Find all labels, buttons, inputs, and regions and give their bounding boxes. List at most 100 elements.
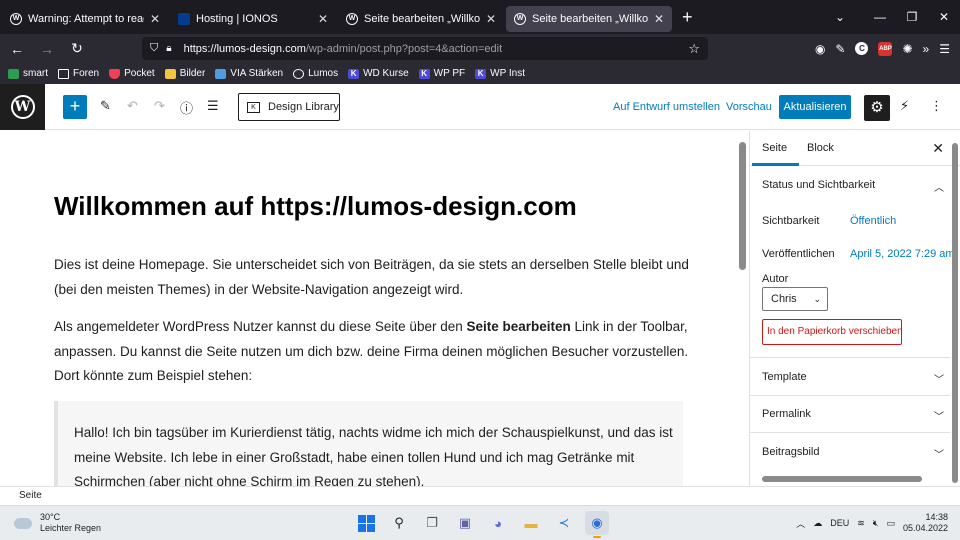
onedrive-cloud-icon[interactable]: ☁ xyxy=(813,518,822,529)
folder-icon xyxy=(58,68,69,79)
menu-hamburger-icon[interactable]: ☰ xyxy=(939,42,950,56)
template-panel-title[interactable]: Template xyxy=(762,371,807,383)
clock[interactable]: 14:38 05.04.2022 xyxy=(903,512,948,534)
status-visibility-panel-title[interactable]: Status und Sichtbarkeit xyxy=(762,179,875,191)
volume-muted-icon[interactable]: 🔇︎ xyxy=(873,518,879,529)
browser-tab-2[interactable]: Hosting | IONOS ✕ xyxy=(170,6,336,32)
sidebar-scrollbar-vertical[interactable] xyxy=(952,143,958,483)
start-button[interactable] xyxy=(354,511,378,535)
wordpress-logo-button[interactable]: W xyxy=(0,84,45,130)
bookmark-lumos[interactable]: Lumos xyxy=(293,68,338,79)
author-select[interactable]: Chris ⌄ xyxy=(762,287,828,311)
tray-chevron-up-icon[interactable]: ︿ xyxy=(796,517,805,530)
search-icon[interactable]: ⚲ xyxy=(387,511,411,535)
minimize-icon[interactable]: — xyxy=(864,10,896,24)
extension-c-icon[interactable]: C xyxy=(855,42,869,55)
bookmark-label: smart xyxy=(23,68,48,79)
list-view-icon[interactable]: ☰ xyxy=(207,98,219,114)
author-label: Autor xyxy=(762,273,789,285)
switch-to-draft-button[interactable]: Auf Entwurf umstellen xyxy=(613,101,720,113)
bookmark-foren[interactable]: Foren xyxy=(58,68,99,79)
move-to-trash-button[interactable]: In den Papierkorb verschieben xyxy=(762,319,903,345)
discord-icon[interactable]: ◕ xyxy=(486,511,510,535)
undo-icon[interactable]: ↶ xyxy=(127,98,138,114)
visibility-value[interactable]: Öffentlich xyxy=(850,215,896,227)
bookmark-star-icon[interactable]: ☆ xyxy=(688,41,700,57)
lock-icon[interactable]: 🔒︎ xyxy=(166,43,171,54)
featured-image-panel-title[interactable]: Beitragsbild xyxy=(762,446,819,458)
restore-icon[interactable]: ❐ xyxy=(896,10,928,24)
adblock-icon[interactable]: ABP xyxy=(878,41,893,56)
block-breadcrumb[interactable]: Seite xyxy=(0,486,960,505)
close-tab-icon[interactable]: ✕ xyxy=(486,12,496,26)
weather-widget[interactable]: 30°C Leichter Regen xyxy=(14,512,101,534)
chevron-down-icon[interactable]: ﹀ xyxy=(934,446,944,461)
update-button[interactable]: Aktualisieren xyxy=(779,95,851,119)
forward-arrow-icon[interactable]: → xyxy=(34,41,60,57)
tab-block[interactable]: Block xyxy=(807,142,834,154)
design-library-button[interactable]: K Design Library xyxy=(238,93,340,121)
browser-nav-bar: ← → ↻ ⛉ 🔒︎ https://lumos-design.com/wp-a… xyxy=(0,34,960,63)
browser-tab-4[interactable]: W Seite bearbeiten „Willkommen a ✕ xyxy=(506,6,672,32)
teams-chat-icon[interactable]: ▣ xyxy=(453,511,477,535)
editor-scrollbar[interactable] xyxy=(739,142,746,270)
preview-button[interactable]: Vorschau xyxy=(726,101,772,113)
quote-text[interactable]: Hallo! Ich bin tagsüber im Kurierdienst … xyxy=(74,421,674,486)
permalink-panel-title[interactable]: Permalink xyxy=(762,408,811,420)
bookmark-pocket[interactable]: Pocket xyxy=(109,68,155,79)
new-tab-icon[interactable]: + xyxy=(682,7,693,28)
overflow-chevrons-icon[interactable]: » xyxy=(923,42,930,56)
shield-icon[interactable]: ⛉ xyxy=(150,42,158,55)
chevron-down-icon[interactable]: ﹀ xyxy=(934,371,944,386)
plugin-icon[interactable]: ⚡ xyxy=(900,98,909,114)
pencil-icon[interactable]: ✎ xyxy=(100,98,111,114)
tab-title: Warning: Attempt to read prope xyxy=(28,13,144,25)
bookmark-wp-inst[interactable]: K WP Inst xyxy=(475,68,525,79)
info-icon[interactable]: ⓘ xyxy=(180,98,193,117)
firefox-icon[interactable]: ◉ xyxy=(585,511,609,538)
browser-tab-3[interactable]: W Seite bearbeiten „Willkommen a ✕ xyxy=(338,6,504,32)
add-block-button[interactable]: + xyxy=(63,95,87,119)
pocket-icon[interactable]: ◉ xyxy=(815,42,825,56)
wordpress-icon: W xyxy=(10,13,22,25)
publish-date-value[interactable]: April 5, 2022 7:29 am xyxy=(850,248,955,260)
extension-globe-icon[interactable]: ✺ xyxy=(902,42,912,56)
window-close-icon[interactable]: ✕ xyxy=(928,10,960,24)
editor-canvas[interactable]: Willkommen auf https://lumos-design.com … xyxy=(0,131,737,486)
wrench-icon[interactable]: ✎ xyxy=(835,42,845,56)
close-tab-icon[interactable]: ✕ xyxy=(318,12,328,26)
bookmark-bilder[interactable]: Bilder xyxy=(164,68,205,79)
tab-page[interactable]: Seite xyxy=(751,142,800,166)
sidebar-scrollbar-horizontal[interactable] xyxy=(762,476,922,482)
chevron-down-icon[interactable]: ﹀ xyxy=(934,408,944,423)
close-tab-icon[interactable]: ✕ xyxy=(654,12,664,26)
bookmark-via[interactable]: VIA Stärken xyxy=(215,68,283,79)
close-sidebar-icon[interactable]: ✕ xyxy=(932,140,944,157)
wifi-icon[interactable]: ≋ xyxy=(857,518,865,529)
back-arrow-icon[interactable]: ← xyxy=(4,41,30,57)
chevron-up-icon[interactable]: ︿ xyxy=(934,179,944,194)
visibility-label: Sichtbarkeit xyxy=(762,215,820,227)
battery-icon[interactable]: ▭ xyxy=(886,518,895,529)
task-view-icon[interactable]: ❐ xyxy=(420,511,444,535)
vscode-icon[interactable]: ≺ xyxy=(552,511,576,535)
bookmark-wd-kurse[interactable]: K WD Kurse xyxy=(348,68,409,79)
file-explorer-icon[interactable]: ▬ xyxy=(519,511,543,535)
bookmark-smart[interactable]: smart xyxy=(8,68,48,79)
paragraph-block-2[interactable]: Als angemeldeter WordPress Nutzer kannst… xyxy=(54,315,694,389)
address-bar[interactable]: ⛉ 🔒︎ https://lumos-design.com/wp-admin/p… xyxy=(142,37,708,60)
close-tab-icon[interactable]: ✕ xyxy=(150,12,160,26)
paragraph-block-1[interactable]: Dies ist deine Homepage. Sie unterscheid… xyxy=(54,253,694,302)
redo-icon[interactable]: ↷ xyxy=(154,98,165,114)
settings-gear-icon[interactable]: ⚙ xyxy=(864,95,890,121)
browser-tab-1[interactable]: W Warning: Attempt to read prope ✕ xyxy=(2,6,168,32)
quote-block[interactable]: Hallo! Ich bin tagsüber im Kurierdienst … xyxy=(54,401,683,486)
k-icon: K xyxy=(418,68,430,79)
tab-list-chevron-icon[interactable]: ⌄ xyxy=(824,10,856,24)
reload-icon[interactable]: ↻ xyxy=(64,40,90,57)
language-indicator[interactable]: DEU xyxy=(830,518,849,528)
more-options-icon[interactable]: ⋮ xyxy=(930,98,943,114)
page-title[interactable]: Willkommen auf https://lumos-design.com xyxy=(54,191,577,222)
bookmark-wp-pf[interactable]: K WP PF xyxy=(418,68,465,79)
ionos-icon xyxy=(178,13,190,25)
